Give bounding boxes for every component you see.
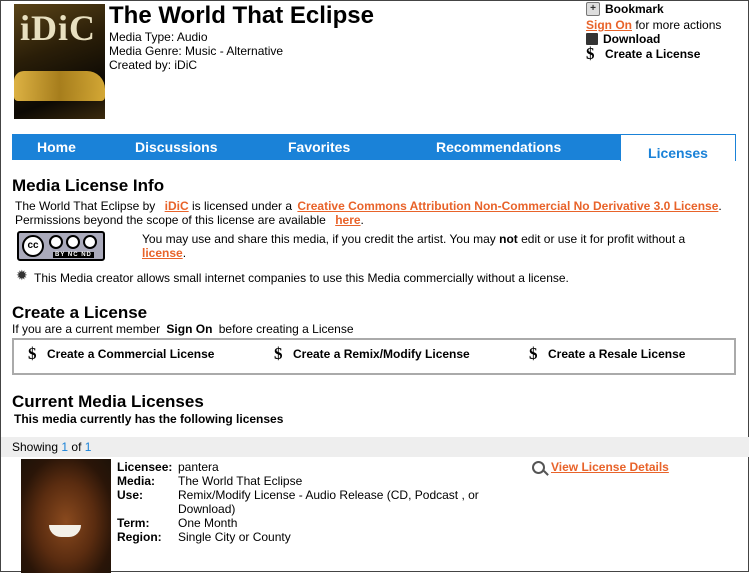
use-value-line2: Download) xyxy=(178,502,236,516)
bookmark-icon: + xyxy=(586,2,600,16)
use-label: Use: xyxy=(117,488,144,502)
commercial-license-button[interactable]: $ Create a Commercial License xyxy=(28,344,215,363)
view-license-details-link[interactable]: View License Details xyxy=(551,460,669,474)
resale-license-label: Create a Resale License xyxy=(548,347,686,361)
bookmark-action[interactable]: + Bookmark xyxy=(586,2,664,16)
create-license-label: Create a License xyxy=(605,47,701,61)
cc-nc-icon xyxy=(66,235,80,249)
permissions-line: Permissions beyond the scope of this lic… xyxy=(15,213,364,227)
sign-on-suffix: for more actions xyxy=(635,18,722,32)
licensee-avatar xyxy=(21,459,111,573)
usage-text-not: not xyxy=(499,232,518,246)
tab-licenses[interactable]: Licenses xyxy=(620,134,736,161)
remix-license-label: Create a Remix/Modify License xyxy=(293,347,470,361)
usage-text-b: edit or use it for profit without a xyxy=(521,232,686,246)
bookmark-label: Bookmark xyxy=(605,2,664,16)
license-info-heading: Media License Info xyxy=(12,176,165,195)
create-license-action[interactable]: $ Create a License xyxy=(586,44,701,63)
gear-icon: ✹ xyxy=(16,267,28,283)
showing-label: Showing xyxy=(12,440,59,454)
tab-discussions[interactable]: Discussions xyxy=(135,134,217,160)
create-license-heading: Create a License xyxy=(12,303,148,322)
showing-bar xyxy=(1,437,749,457)
media-value: The World That Eclipse xyxy=(178,474,303,488)
sign-on-prompt: Sign On for more actions xyxy=(586,18,721,32)
usage-license-link[interactable]: license xyxy=(142,246,183,260)
licensee-label: Licensee: xyxy=(117,460,173,474)
dollar-icon: $ xyxy=(586,44,595,63)
license-statement-period: . xyxy=(718,199,722,213)
use-value-line1: Remix/Modify License - Audio Release (CD… xyxy=(178,488,479,502)
showing-of: of xyxy=(71,440,82,454)
license-statement: The World That Eclipse by iDiC is licens… xyxy=(15,199,722,213)
usage-text-a: You may use and share this media, if you… xyxy=(142,232,496,246)
license-statement-text: The World That Eclipse by xyxy=(15,199,156,213)
media-creator: Created by: iDiC xyxy=(109,58,198,72)
commercial-license-label: Create a Commercial License xyxy=(47,347,215,361)
region-label: Region: xyxy=(117,530,162,544)
licensee-value: pantera xyxy=(178,460,219,474)
avatar-smile xyxy=(49,525,81,537)
showing-current: 1 xyxy=(61,440,69,454)
dollar-icon: $ xyxy=(274,344,283,363)
usage-period: . xyxy=(182,246,187,260)
cover-logo: iDiC xyxy=(20,8,96,48)
media-label: Media: xyxy=(117,474,156,488)
cc-logo-icon: cc xyxy=(22,235,44,257)
magnifier-icon xyxy=(532,460,545,474)
tab-favorites[interactable]: Favorites xyxy=(288,134,350,160)
current-licenses-heading: Current Media Licenses xyxy=(12,392,204,411)
dollar-icon: $ xyxy=(529,344,538,363)
create-prompt-sign-on[interactable]: Sign On xyxy=(166,322,212,336)
cc-badge-icon[interactable]: cc BY NC ND xyxy=(17,231,105,261)
term-value: One Month xyxy=(178,516,238,530)
cc-by-icon xyxy=(49,235,63,249)
cc-nd-icon xyxy=(83,235,97,249)
permissions-period: . xyxy=(360,213,364,227)
download-label: Download xyxy=(603,32,661,46)
media-type: Media Type: Audio xyxy=(109,30,208,44)
download-action[interactable]: Download xyxy=(586,32,660,46)
cc-badge-labels: BY NC ND xyxy=(53,252,94,258)
remix-license-button[interactable]: $ Create a Remix/Modify License xyxy=(274,344,470,363)
term-label: Term: xyxy=(117,516,150,530)
dollar-icon: $ xyxy=(28,344,37,363)
create-prompt-a: If you are a current member xyxy=(12,322,161,336)
sign-on-link[interactable]: Sign On xyxy=(586,18,632,32)
cover-car-graphic xyxy=(14,71,105,101)
license-statement-text-2: is licensed under a xyxy=(191,199,293,213)
permissions-text: Permissions beyond the scope of this lic… xyxy=(15,213,326,227)
view-license-details[interactable]: View License Details xyxy=(532,460,669,474)
region-value: Single City or County xyxy=(178,530,291,544)
showing-total: 1 xyxy=(84,440,92,454)
media-title: The World That Eclipse xyxy=(109,2,374,29)
cc-license-link[interactable]: Creative Commons Attribution Non-Commerc… xyxy=(297,199,718,213)
creator-link[interactable]: iDiC xyxy=(165,199,189,213)
resale-license-button[interactable]: $ Create a Resale License xyxy=(529,344,686,363)
usage-description: You may use and share this media, if you… xyxy=(142,232,702,260)
permissions-here-link[interactable]: here xyxy=(335,213,360,227)
tab-home[interactable]: Home xyxy=(37,134,76,160)
tab-recommendations[interactable]: Recommendations xyxy=(436,134,561,160)
media-genre: Media Genre: Music - Alternative xyxy=(109,44,284,58)
create-prompt-b: before creating a License xyxy=(218,322,354,336)
create-license-prompt: If you are a current member Sign On befo… xyxy=(12,322,354,336)
current-licenses-subheading: This media currently has the following l… xyxy=(14,412,284,426)
pagination-status: Showing 1 of 1 xyxy=(12,440,91,454)
commercial-note: This Media creator allows small internet… xyxy=(34,271,569,285)
